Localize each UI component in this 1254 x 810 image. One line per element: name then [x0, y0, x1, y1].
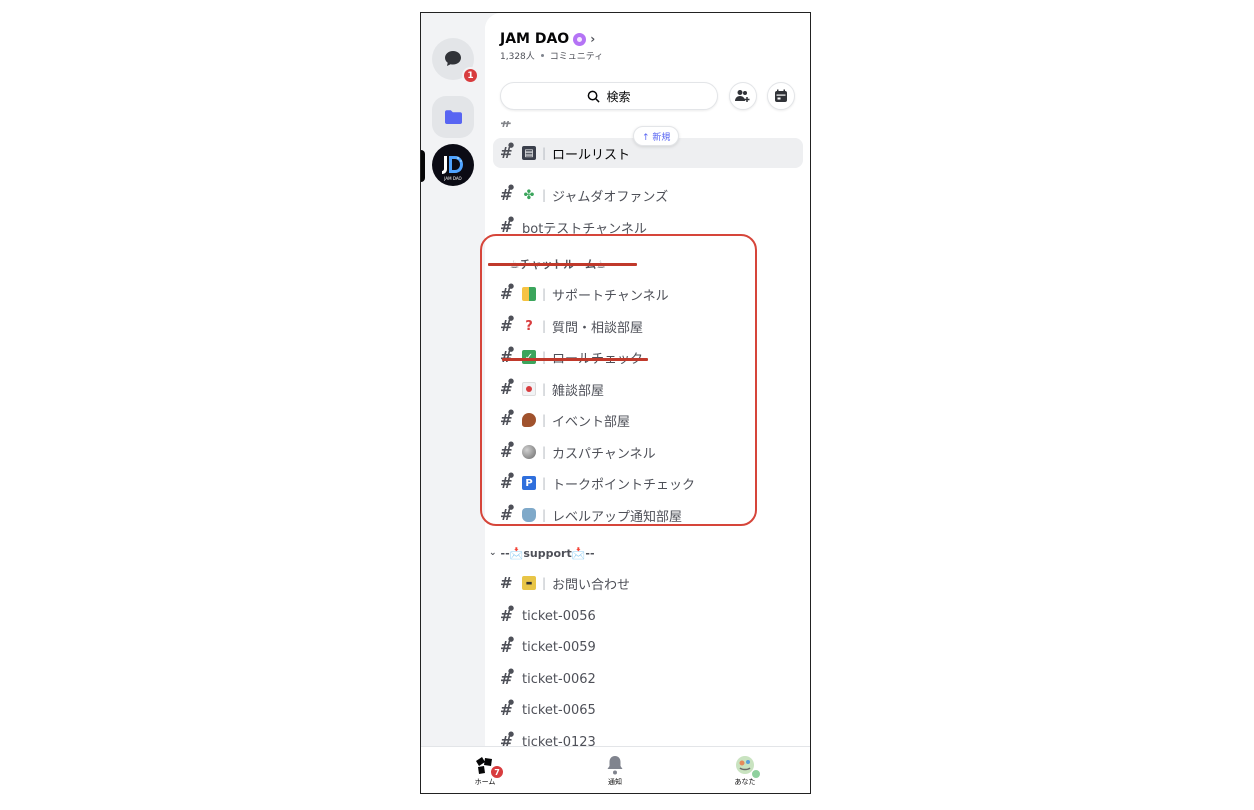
- hashtag-thread-icon: # ●: [500, 141, 515, 162]
- chevron-down-icon: ⌄: [489, 548, 497, 558]
- logo-lettering: JAM DAO: [443, 176, 461, 181]
- channel-item-ticket[interactable]: # ● ticket-0062: [485, 664, 810, 694]
- hashtag-thread-icon: # ●: [500, 667, 515, 688]
- channel-item-role-list[interactable]: # ● ▤ | ロールリスト ↑ 新規: [493, 126, 803, 168]
- hashtag-thread-icon: # ●: [500, 604, 515, 625]
- server-meta: 1,328人 コミュニティ: [500, 49, 810, 62]
- channel-name: ticket-0062: [522, 671, 596, 687]
- events-button[interactable]: [767, 82, 795, 110]
- meta-dot: [540, 54, 544, 57]
- bottom-tab-bar: 7 ホーム 通知 あなた: [421, 746, 810, 793]
- add-user-icon: [735, 90, 750, 102]
- hashtag-thread-icon: # ●: [500, 698, 515, 719]
- calendar-icon: [775, 89, 787, 102]
- tab-label: ホーム: [474, 778, 496, 786]
- tab-label: あなた: [734, 778, 756, 786]
- member-count: 1,328人: [500, 52, 535, 62]
- category-label: --📩support📩--: [500, 546, 595, 560]
- hashtag-thread-icon: # ●: [500, 635, 515, 656]
- chevron-right-icon: ›: [590, 32, 596, 46]
- tab-label: 通知: [608, 778, 622, 786]
- channel-name: お問い合わせ: [552, 577, 631, 593]
- category-support[interactable]: ⌄ --📩support📩--: [489, 543, 595, 563]
- tab-home[interactable]: 7 ホーム: [455, 753, 515, 787]
- tab-you[interactable]: あなた: [715, 753, 775, 787]
- server-folder-button[interactable]: [432, 96, 474, 138]
- hashtag-thread-icon: # ●: [500, 730, 515, 746]
- invite-members-button[interactable]: [729, 82, 757, 110]
- channel-name: ticket-0065: [522, 702, 596, 718]
- direct-messages-button[interactable]: 1: [432, 38, 479, 84]
- jam-dao-logo-icon: JAM DAO: [434, 146, 472, 184]
- channel-separator: |: [542, 188, 547, 202]
- channel-name: ロールリスト: [552, 147, 631, 163]
- server-type: コミュニティ: [549, 52, 604, 62]
- search-button[interactable]: 検索: [500, 82, 718, 110]
- chat-bubble-icon: [445, 51, 461, 66]
- role-check-underline: [502, 358, 648, 361]
- jam-dao-server-icon[interactable]: JAM DAO: [432, 144, 474, 186]
- folder-icon: [445, 110, 462, 124]
- chat-room-highlight-box: [480, 234, 757, 526]
- selected-server-indicator: [421, 150, 425, 182]
- home-unread-badge: 7: [490, 765, 504, 779]
- channel-separator: |: [542, 576, 547, 590]
- new-messages-pill[interactable]: ↑ 新規: [633, 126, 680, 146]
- channel-name: ticket-0123: [522, 734, 596, 747]
- hashtag-thread-icon: # ●: [500, 183, 515, 204]
- server-title-row[interactable]: JAM DAO ›: [500, 31, 810, 47]
- clover-icon: ✤: [523, 187, 535, 203]
- book-icon: ▤: [522, 146, 536, 160]
- hashtag-icon: #: [500, 574, 513, 592]
- channel-name: ticket-0056: [522, 608, 596, 624]
- channel-item-ticket[interactable]: # ● ticket-0059: [485, 632, 810, 662]
- server-rail: 1 JAM DAO: [421, 13, 485, 746]
- home-servers-icon: 7: [474, 753, 504, 779]
- server-boost-icon: [573, 32, 587, 46]
- dm-unread-badge: 1: [462, 67, 479, 84]
- tab-notifications[interactable]: 通知: [585, 753, 645, 787]
- category-underline: [488, 263, 637, 266]
- channel-name: ticket-0059: [522, 639, 596, 655]
- avatar: [735, 753, 761, 779]
- channel-item-ticket[interactable]: # ● ticket-0065: [485, 695, 810, 725]
- channel-item-ticket[interactable]: # ● ticket-0123: [485, 727, 810, 747]
- search-label: 検索: [606, 89, 631, 104]
- channel-name: ジャムダオファンズ: [552, 189, 669, 205]
- server-header: JAM DAO › 1,328人 コミュニティ 検索: [485, 13, 810, 121]
- channel-item-jamdao-fans[interactable]: # ● ✤ | ジャムダオファンズ: [485, 180, 810, 210]
- bell-icon: [607, 753, 623, 777]
- channel-item-contact[interactable]: # ▬ | お問い合わせ: [485, 568, 810, 598]
- ticket-icon: ▬: [522, 576, 536, 590]
- channel-item-ticket[interactable]: # ● ticket-0056: [485, 601, 810, 631]
- online-status-dot: [751, 769, 761, 779]
- channel-separator: |: [542, 146, 547, 160]
- new-messages-label: ↑ 新規: [642, 132, 671, 143]
- search-icon: [588, 90, 601, 103]
- server-name: JAM DAO: [500, 31, 570, 47]
